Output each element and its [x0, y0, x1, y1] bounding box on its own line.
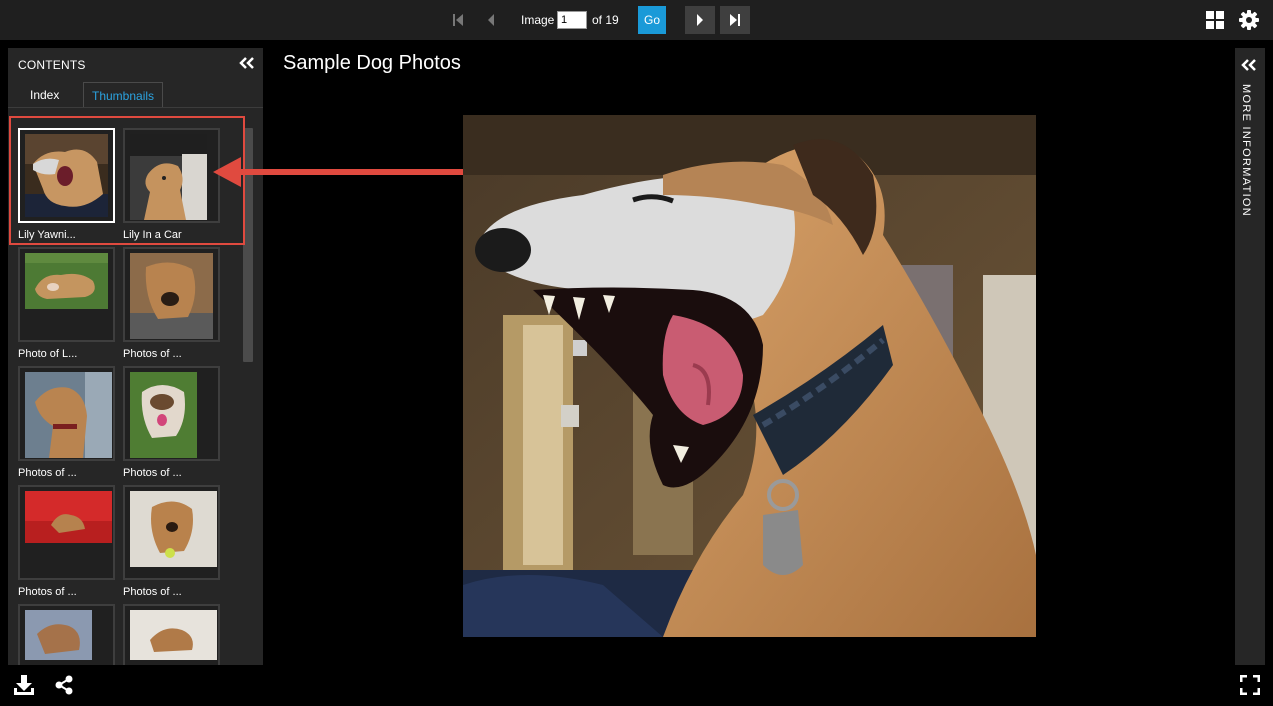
- annotation-arrow-icon: [213, 157, 476, 187]
- contents-title: CONTENTS: [18, 58, 86, 72]
- thumbnail-caption: Photos of ...: [123, 586, 182, 598]
- contents-panel: CONTENTS Index Thumbnails Lily Yawni...: [8, 48, 263, 665]
- share-button[interactable]: [54, 675, 74, 700]
- thumbnail-item[interactable]: Lily Yawni...: [18, 128, 115, 241]
- last-page-button[interactable]: [720, 6, 750, 34]
- thumbnail-frame[interactable]: [123, 128, 220, 223]
- more-information-label[interactable]: MORE INFORMATION: [1240, 84, 1252, 217]
- thumbnail-frame[interactable]: [123, 485, 220, 580]
- thumbnail-item[interactable]: [18, 604, 115, 665]
- thumbnail-image: [25, 372, 112, 458]
- settings-button[interactable]: [1239, 10, 1259, 30]
- tab-index[interactable]: Index: [22, 82, 67, 108]
- thumbnail-image: [130, 610, 217, 660]
- image-count-label: of 19: [592, 13, 619, 27]
- thumbnail-image: [25, 491, 112, 543]
- thumbnail-image: [25, 253, 108, 309]
- first-page-icon: [453, 14, 463, 26]
- thumbnail-frame[interactable]: [18, 247, 115, 342]
- thumbnail-caption: Photos of ...: [123, 467, 182, 479]
- thumbnail-caption: Lily Yawni...: [18, 229, 76, 241]
- first-page-button[interactable]: [443, 6, 473, 34]
- previous-button[interactable]: [476, 6, 506, 34]
- thumbnail-image: [25, 610, 92, 660]
- thumbnail-frame[interactable]: [123, 604, 220, 665]
- thumbnail-frame[interactable]: [123, 366, 220, 461]
- thumbnail-frame[interactable]: [18, 366, 115, 461]
- download-icon: [14, 675, 34, 695]
- collapse-contents-button[interactable]: [238, 56, 258, 72]
- thumbnail-item[interactable]: Photos of ...: [123, 247, 220, 360]
- thumbnail-image: [25, 134, 108, 217]
- thumbnail-caption: Photo of L...: [18, 348, 78, 360]
- tabs-divider: [8, 107, 263, 108]
- thumbnail-image: [130, 253, 213, 339]
- fullscreen-button[interactable]: [1239, 674, 1261, 700]
- grid-view-button[interactable]: [1206, 11, 1226, 31]
- thumbnail-caption: Lily In a Car: [123, 229, 182, 241]
- grid-view-icon: [1206, 11, 1224, 29]
- double-chevron-left-icon: [1241, 59, 1256, 71]
- image-label: Image: [521, 13, 555, 27]
- next-button[interactable]: [685, 6, 715, 34]
- thumbnail-frame[interactable]: [18, 128, 115, 223]
- thumbnail-image: [130, 372, 197, 458]
- next-icon: [697, 14, 703, 26]
- go-button[interactable]: Go: [638, 6, 666, 34]
- thumbnail-caption: Photos of ...: [18, 467, 77, 479]
- thumbnail-item[interactable]: Photos of ...: [123, 366, 220, 479]
- previous-icon: [488, 14, 494, 26]
- thumbnail-caption: Photos of ...: [123, 348, 182, 360]
- thumbnail-item[interactable]: Lily In a Car: [123, 128, 220, 241]
- page-title: Sample Dog Photos: [283, 52, 461, 74]
- top-toolbar: Image of 19 Go: [0, 0, 1273, 40]
- thumbnail-item[interactable]: Photos of ...: [18, 366, 115, 479]
- last-page-icon: [730, 14, 740, 26]
- image-number-input[interactable]: [557, 11, 587, 29]
- double-chevron-left-icon: [239, 57, 254, 69]
- share-icon: [55, 675, 73, 695]
- settings-gear-icon: [1239, 10, 1259, 30]
- tab-thumbnails[interactable]: Thumbnails: [83, 82, 164, 108]
- thumbnail-item[interactable]: Photos of ...: [123, 485, 220, 598]
- thumbnail-item[interactable]: [123, 604, 220, 665]
- thumbnail-frame[interactable]: [18, 485, 115, 580]
- expand-info-button[interactable]: [1241, 58, 1259, 72]
- thumbnail-image: [130, 134, 207, 220]
- download-button[interactable]: [13, 674, 35, 701]
- thumbnail-item[interactable]: Photos of ...: [18, 485, 115, 598]
- thumbnail-caption: Photos of ...: [18, 586, 77, 598]
- thumbnail-frame[interactable]: [123, 247, 220, 342]
- main-photo: [463, 115, 1036, 637]
- more-information-panel: MORE INFORMATION: [1235, 48, 1265, 665]
- fullscreen-icon: [1239, 674, 1261, 696]
- thumbnail-image: [130, 491, 217, 567]
- thumbnail-frame[interactable]: [18, 604, 115, 665]
- thumbnail-item[interactable]: Photo of L...: [18, 247, 115, 360]
